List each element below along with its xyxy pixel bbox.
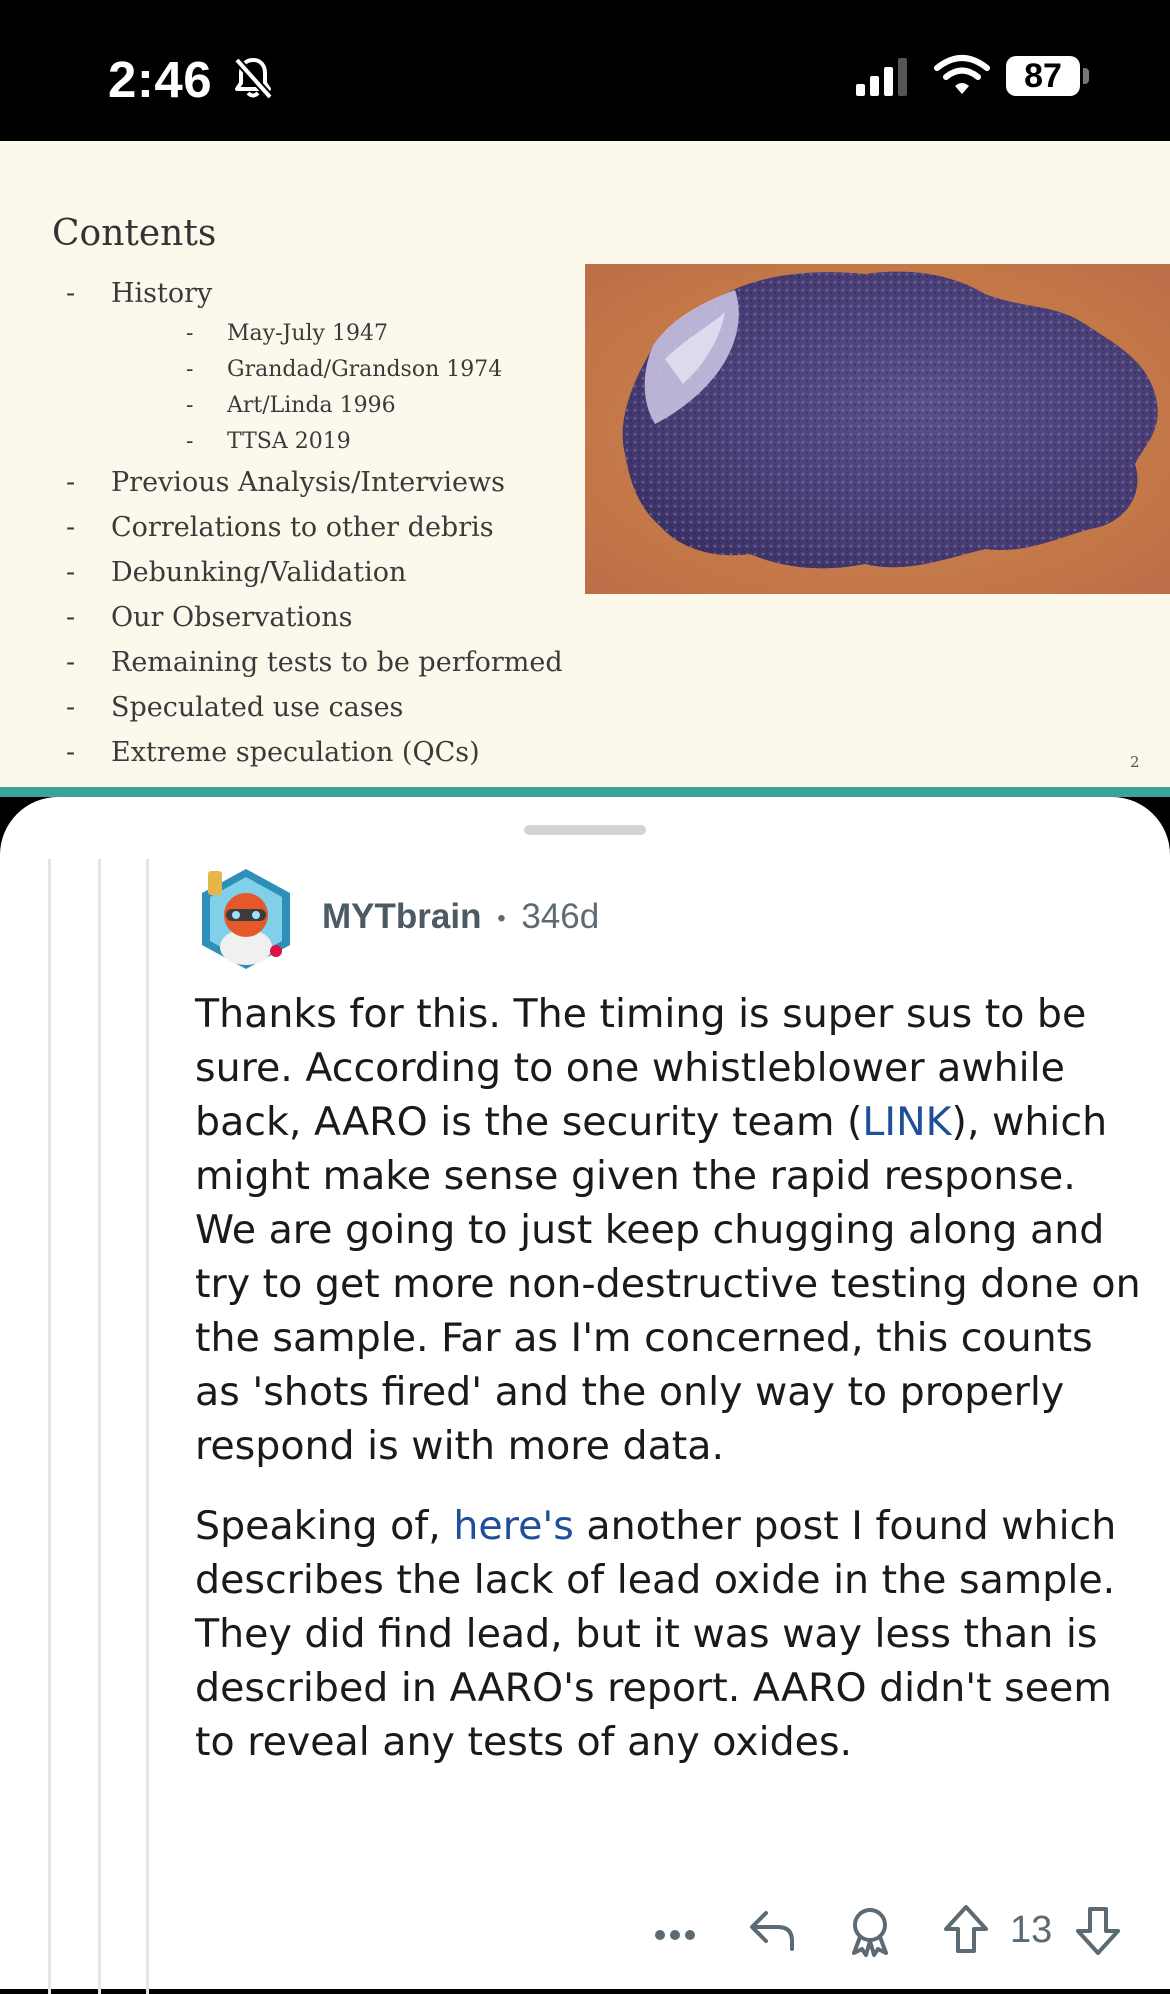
status-bar: 2:46 87	[0, 0, 1170, 141]
slide-image[interactable]: Contents History May-July 1947 Grandad/G…	[0, 141, 1170, 789]
sheet-grabber-handle[interactable]	[524, 825, 646, 835]
battery-nub	[1083, 68, 1089, 84]
contents-item: Speculated use cases	[66, 685, 563, 730]
comment-paragraph: Thanks for this. The timing is super sus…	[195, 987, 1145, 1473]
contents-item: History	[66, 271, 563, 316]
reply-icon[interactable]	[748, 1909, 796, 1953]
contents-list: History May-July 1947 Grandad/Grandson 1…	[66, 271, 563, 775]
comment-text: ), which might make sense given the rapi…	[195, 1099, 1141, 1469]
more-icon[interactable]	[654, 1929, 696, 1941]
upvote-icon[interactable]	[942, 1903, 990, 1955]
comment-sheet: MYTbrain • 346d Thanks for this. The tim…	[0, 797, 1170, 1994]
comment-body: Thanks for this. The timing is super sus…	[195, 987, 1145, 1795]
contents-subitem: TTSA 2019	[66, 424, 563, 460]
downvote-icon[interactable]	[1074, 1905, 1122, 1957]
contents-item: Extreme speculation (QCs)	[66, 730, 563, 775]
award-icon[interactable]	[846, 1905, 894, 1957]
signal-icon	[856, 58, 907, 96]
comment-meta: MYTbrain • 346d	[322, 897, 599, 937]
comment-age: 346d	[521, 897, 600, 936]
contents-subitem: Grandad/Grandson 1974	[66, 352, 563, 388]
contents-subitem: May-July 1947	[66, 316, 563, 352]
contents-item: Our Observations	[66, 595, 563, 640]
comment-paragraph: Speaking of, here's another post I found…	[195, 1499, 1145, 1769]
slide-page-number: 2	[1130, 753, 1140, 771]
meta-separator: •	[497, 904, 506, 932]
wifi-icon	[934, 55, 990, 94]
thread-line[interactable]	[98, 859, 101, 1994]
contents-item: Correlations to other debris	[66, 505, 563, 550]
comment-link[interactable]: here's	[453, 1503, 573, 1549]
user-avatar[interactable]	[196, 865, 296, 973]
status-time: 2:46	[108, 51, 213, 108]
thread-line[interactable]	[48, 859, 51, 1994]
slide-divider	[0, 787, 1170, 797]
rock-sample-photo	[585, 264, 1170, 594]
battery-indicator: 87	[1006, 56, 1080, 96]
thread-line[interactable]	[146, 859, 149, 1994]
contents-item: Previous Analysis/Interviews	[66, 460, 563, 505]
comment-username[interactable]: MYTbrain	[322, 897, 481, 936]
vote-count: 13	[1010, 1909, 1053, 1951]
comment-link[interactable]: LINK	[862, 1099, 951, 1145]
slide-title: Contents	[52, 213, 217, 254]
bell-slash-icon	[234, 57, 273, 100]
contents-item: Debunking/Validation	[66, 550, 563, 595]
contents-item: Remaining tests to be performed	[66, 640, 563, 685]
comment-text: Speaking of,	[195, 1503, 454, 1549]
contents-subitem: Art/Linda 1996	[66, 388, 563, 424]
